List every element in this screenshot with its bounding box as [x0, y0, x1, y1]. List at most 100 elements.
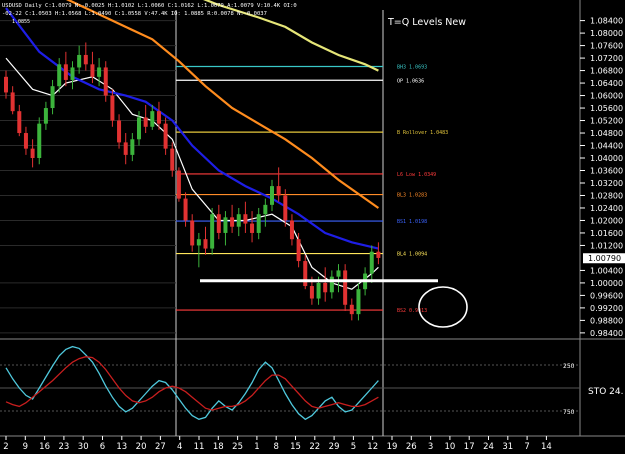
- x-tick-label: 17: [464, 442, 475, 452]
- level-label: BS1 1.0198: [397, 219, 427, 225]
- x-tick-label: 27: [155, 442, 166, 452]
- candle-body: [110, 95, 115, 121]
- x-tick-label: 19: [387, 442, 398, 452]
- x-tick-label: 11: [194, 442, 205, 452]
- stochastic-label: STO 24.: [588, 387, 623, 397]
- candle-body: [150, 111, 155, 127]
- last-price-marker: 1.00790: [583, 253, 625, 264]
- y-tick-label: 1.03200: [590, 179, 623, 188]
- candle-body: [329, 276, 334, 293]
- x-tick-label: 24: [483, 442, 494, 452]
- x-tick-label: 29: [329, 442, 340, 452]
- y-tick-label: 1.06800: [590, 67, 623, 76]
- candle-body: [216, 214, 221, 233]
- y-tick-label: 1.01200: [590, 241, 623, 250]
- y-tick-label: 1.04800: [590, 129, 623, 138]
- candle-body: [30, 148, 35, 159]
- y-tick-label: 1.01600: [590, 229, 623, 238]
- candle-body: [296, 239, 301, 262]
- x-tick-label: 9: [23, 442, 28, 452]
- y-tick-label: 0.99200: [590, 304, 623, 313]
- candle-body: [223, 217, 228, 233]
- candle-body: [250, 223, 255, 233]
- candle-body: [4, 76, 8, 93]
- candle-body: [176, 170, 181, 199]
- x-tick-label: 13: [116, 442, 127, 452]
- y-tick-label: 1.04000: [590, 154, 623, 163]
- price-axis: 1.08400 1.08000 1.07600 1.07200 1.06800 1.064…: [580, 17, 623, 338]
- bar-info-line: -02-22 C:1.0503 H:1.0568 L:1.0490 C:1.05…: [2, 11, 267, 17]
- candle-body: [117, 120, 122, 143]
- candle-body: [130, 139, 135, 155]
- candle-body: [256, 214, 261, 233]
- candle-body: [336, 270, 341, 277]
- candle-body: [63, 64, 68, 80]
- x-tick-label: 4: [177, 442, 182, 452]
- y-tick-label: 1.02400: [590, 204, 623, 213]
- x-tick-label: 26: [406, 442, 417, 452]
- y-tick-label: 1.03600: [590, 166, 623, 175]
- candle-body: [43, 108, 48, 124]
- candle-body: [123, 142, 128, 155]
- level-label: BL3 1.0283: [397, 193, 427, 199]
- x-tick-label: 8: [273, 442, 278, 452]
- y-tick-label: 1.05600: [590, 104, 623, 113]
- y-tick-label: 1.08000: [590, 29, 623, 38]
- y-tick-label: 1.02800: [590, 191, 623, 200]
- y-tick-label: 0.99600: [590, 291, 623, 300]
- x-tick-label: 25: [232, 442, 243, 452]
- candle-body: [83, 54, 88, 65]
- candle-body: [137, 117, 141, 140]
- candle-body: [170, 148, 175, 171]
- candle-body: [270, 186, 274, 205]
- candle-body: [17, 111, 22, 134]
- symbol-info-line: USDUSD Daily C:1.0079 N:-0.0025 H:1.0102…: [2, 3, 297, 9]
- candle-body: [289, 220, 294, 240]
- y-tick-label: 1.07600: [590, 42, 623, 51]
- candle-body: [210, 214, 215, 249]
- forex-chart: BH3 1.0693 OP 1.0636 B Rollover 1.0483 L6 L…: [0, 0, 625, 452]
- y-tick-label: 1.00400: [590, 266, 623, 275]
- x-tick-label: 3: [428, 442, 433, 452]
- candle-body: [103, 67, 108, 96]
- candle-body: [163, 123, 168, 149]
- candle-body: [323, 282, 328, 293]
- candle-body: [356, 289, 361, 315]
- x-tick-label: 18: [213, 442, 224, 452]
- x-tick-label: 16: [39, 442, 50, 452]
- x-tick-label: 10: [444, 442, 455, 452]
- y-tick-label: 0.98800: [590, 316, 623, 325]
- x-tick-label: 5: [351, 442, 356, 452]
- candle-body: [183, 198, 188, 221]
- stoch-tick-label: 750: [563, 409, 575, 416]
- candle-body: [143, 117, 148, 127]
- x-tick-label: 22: [309, 442, 320, 452]
- last-price-label: 1.00790: [588, 254, 621, 263]
- indicator-title: T=Q Levels New: [387, 17, 466, 28]
- candle-body: [349, 304, 354, 315]
- candle-body: [283, 195, 288, 221]
- candle-body: [90, 64, 95, 77]
- candle-body: [57, 64, 62, 87]
- candle-body: [376, 251, 381, 258]
- candle-body: [309, 286, 314, 299]
- x-tick-label: 6: [100, 442, 105, 452]
- y-tick-label: 1.05200: [590, 117, 623, 126]
- y-tick-label: 1.00000: [590, 279, 623, 288]
- x-tick-label: 14: [541, 442, 552, 452]
- candle-body: [230, 217, 235, 227]
- y-tick-label: 1.06400: [590, 79, 623, 88]
- candle-body: [70, 67, 75, 80]
- candle-body: [236, 214, 241, 227]
- y-tick-label: 1.08400: [590, 17, 623, 26]
- x-tick-label: 23: [58, 442, 69, 452]
- candle-body: [276, 186, 281, 196]
- candle-body: [203, 239, 208, 249]
- candle-body: [243, 214, 248, 224]
- x-tick-label: 1: [254, 442, 259, 452]
- candle-body: [156, 111, 161, 124]
- candle-body: [196, 239, 201, 246]
- level-label: L6 Low 1.0349: [397, 172, 436, 178]
- y-tick-label: 0.98400: [590, 329, 623, 338]
- y-tick-label: 1.06000: [590, 92, 623, 101]
